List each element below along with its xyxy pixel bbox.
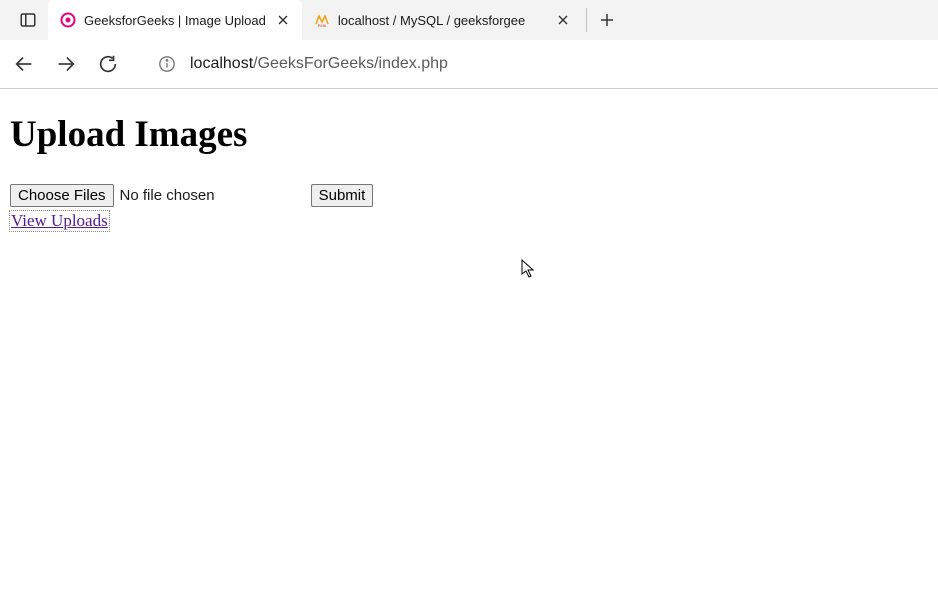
address-host: localhost <box>190 55 253 72</box>
choose-files-button[interactable]: Choose Files <box>10 184 114 207</box>
page-content: Upload Images Choose Files No file chose… <box>0 89 938 241</box>
svg-text:PMA: PMA <box>318 23 327 28</box>
address-bar[interactable]: localhost/GeeksForGeeks/index.php <box>190 55 448 73</box>
submit-button[interactable]: Submit <box>311 184 374 207</box>
forward-button[interactable] <box>54 52 78 76</box>
cursor-icon <box>521 259 537 279</box>
site-info-icon[interactable] <box>158 55 176 73</box>
tab-panel-button[interactable] <box>8 0 48 40</box>
tab-inactive[interactable]: PMA localhost / MySQL / geeksforgee <box>302 0 582 40</box>
tab-close-button[interactable] <box>554 11 572 29</box>
file-status-text: No file chosen <box>120 187 215 204</box>
favicon-phpmyadmin-icon: PMA <box>314 12 330 28</box>
reload-button[interactable] <box>96 52 120 76</box>
tab-close-button[interactable] <box>274 11 292 29</box>
address-path: /GeeksForGeeks/index.php <box>253 55 448 72</box>
tab-title: localhost / MySQL / geeksforgee <box>338 13 546 28</box>
nav-bar: localhost/GeeksForGeeks/index.php <box>0 40 938 88</box>
new-tab-button[interactable] <box>591 0 623 40</box>
tab-bar: GeeksforGeeks | Image Upload PMA localho… <box>0 0 938 40</box>
tab-active[interactable]: GeeksforGeeks | Image Upload <box>48 0 302 40</box>
tab-title: GeeksforGeeks | Image Upload <box>84 13 266 28</box>
page-title: Upload Images <box>10 113 928 156</box>
tab-divider <box>586 8 587 32</box>
upload-form-row: Choose Files No file chosen Submit <box>10 184 928 207</box>
favicon-geeksforgeeks-icon <box>60 12 76 28</box>
back-button[interactable] <box>12 52 36 76</box>
view-uploads-link[interactable]: View Uploads <box>10 211 109 231</box>
